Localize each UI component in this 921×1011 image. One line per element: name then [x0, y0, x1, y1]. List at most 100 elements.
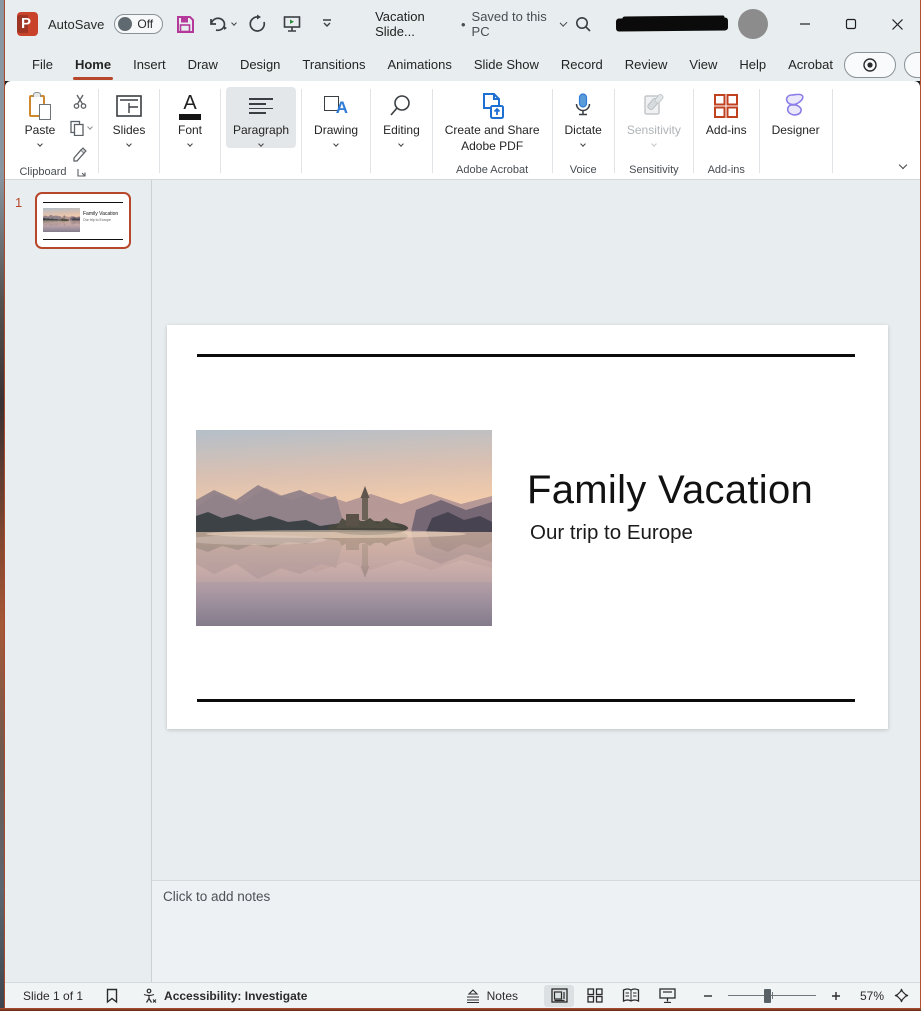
- adobe-acrobat-group-label: Adobe Acrobat: [456, 164, 529, 176]
- minimize-button[interactable]: [782, 4, 828, 44]
- slide-image[interactable]: [186, 430, 492, 626]
- save-button[interactable]: [173, 10, 197, 38]
- adobe-pdf-label-line2: Adobe PDF: [461, 139, 524, 153]
- copy-button[interactable]: [67, 117, 93, 139]
- titlebar-right: [566, 4, 920, 44]
- editing-chevron-icon: [398, 141, 405, 147]
- slides-button[interactable]: Slides: [104, 87, 154, 148]
- tab-home[interactable]: Home: [64, 51, 122, 80]
- slide-canvas[interactable]: Family Vacation Our trip to Europe: [167, 325, 888, 729]
- drawing-label: Drawing: [314, 123, 359, 137]
- tab-insert[interactable]: Insert: [122, 51, 177, 78]
- reading-view-button[interactable]: [616, 985, 646, 1007]
- autosave-toggle[interactable]: Off: [114, 14, 164, 34]
- close-button[interactable]: [874, 4, 920, 44]
- addins-button[interactable]: Add-ins: [699, 87, 754, 139]
- zoom-out-button[interactable]: [700, 988, 716, 1004]
- tab-help[interactable]: Help: [728, 51, 777, 78]
- tab-view[interactable]: View: [678, 51, 728, 78]
- accessibility-checker[interactable]: Accessibility: Investigate: [137, 986, 311, 1006]
- slide-top-rule[interactable]: [197, 354, 855, 357]
- zoom-slider-thumb[interactable]: [764, 988, 771, 1003]
- tab-draw[interactable]: Draw: [177, 51, 229, 78]
- present-in-teams-button[interactable]: [903, 51, 921, 78]
- dictate-label: Dictate: [564, 123, 602, 137]
- group-editing: Editing: [372, 85, 431, 179]
- zoom-level[interactable]: 57%: [850, 989, 884, 1003]
- slide-indicator[interactable]: Slide 1 of 1: [19, 987, 87, 1005]
- paste-button[interactable]: Paste: [15, 87, 65, 148]
- designer-button[interactable]: Designer: [765, 87, 827, 139]
- slides-icon: [116, 91, 142, 121]
- tab-file[interactable]: File: [21, 51, 64, 78]
- record-button[interactable]: [843, 51, 896, 78]
- addins-label: Add-ins: [705, 123, 747, 137]
- group-separator: [431, 89, 433, 173]
- search-button[interactable]: [566, 7, 600, 41]
- dictate-chevron-icon: [580, 141, 587, 147]
- minimize-icon: [800, 23, 810, 25]
- cut-button[interactable]: [67, 91, 93, 113]
- close-icon: [891, 18, 903, 30]
- maximize-button[interactable]: [828, 4, 874, 44]
- group-adobe-acrobat: Create and Share Adobe PDF Adobe Acrobat: [434, 85, 551, 179]
- doc-name: Vacation Slide...: [375, 9, 425, 39]
- clipboard-dialog-launcher[interactable]: [75, 165, 89, 179]
- tab-acrobat[interactable]: Acrobat: [777, 51, 844, 78]
- proofing-button[interactable]: [101, 986, 123, 1006]
- paragraph-icon: [249, 91, 274, 121]
- slide-thumbnail[interactable]: Family Vacation Our trip to Europe: [35, 192, 131, 249]
- zoom-in-button[interactable]: [828, 988, 844, 1004]
- collapse-ribbon-button[interactable]: [898, 155, 908, 173]
- tab-slide-show[interactable]: Slide Show: [463, 51, 550, 78]
- font-button[interactable]: A Font: [165, 87, 215, 148]
- notes-placeholder[interactable]: Click to add notes: [163, 889, 270, 904]
- tab-review[interactable]: Review: [614, 51, 679, 78]
- sensitivity-group-label: Sensitivity: [629, 164, 679, 176]
- dictate-button[interactable]: Dictate: [558, 87, 609, 148]
- panel-divider[interactable]: [151, 180, 152, 982]
- undo-icon: [209, 17, 227, 32]
- drawing-chevron-icon: [333, 141, 339, 147]
- tab-record[interactable]: Record: [550, 51, 614, 78]
- document-title[interactable]: Vacation Slide... • Saved to this PC: [375, 9, 568, 39]
- powerpoint-logo-icon[interactable]: [17, 12, 38, 36]
- notes-toggle-label: Notes: [486, 988, 518, 1003]
- slide-title[interactable]: Family Vacation: [527, 468, 813, 513]
- titlebar: AutoSave Off: [5, 0, 920, 48]
- normal-view-button[interactable]: [544, 984, 574, 1007]
- start-slideshow-button[interactable]: [280, 10, 304, 38]
- slide-subtitle[interactable]: Our trip to Europe: [530, 521, 693, 545]
- repeat-button[interactable]: [246, 10, 270, 38]
- editing-button[interactable]: Editing: [376, 87, 427, 148]
- slide-bottom-rule[interactable]: [197, 699, 855, 702]
- zoom-slider-midpoint: [772, 991, 773, 999]
- notes-pane[interactable]: Click to add notes: [152, 880, 920, 982]
- redacted-username: [615, 16, 729, 32]
- undo-button[interactable]: [208, 10, 237, 38]
- slide-sorter-view-button[interactable]: [580, 985, 610, 1007]
- paragraph-button[interactable]: Paragraph: [226, 87, 297, 148]
- title-separator: •: [460, 16, 466, 32]
- ribbon-tab-row: File Home Insert Draw Design Transitions…: [5, 48, 921, 81]
- user-avatar[interactable]: [738, 9, 768, 39]
- scissors-icon: [73, 94, 87, 109]
- paste-label: Paste: [24, 123, 56, 137]
- format-painter-button[interactable]: [67, 143, 93, 165]
- tab-animations[interactable]: Animations: [377, 51, 463, 78]
- tab-design[interactable]: Design: [229, 51, 291, 78]
- customize-qat-button[interactable]: [315, 10, 339, 38]
- tab-transitions[interactable]: Transitions: [291, 51, 376, 78]
- fit-slide-button[interactable]: [890, 988, 912, 1004]
- notes-toggle-button[interactable]: Notes: [461, 987, 522, 1005]
- undo-dropdown-chevron-icon[interactable]: [230, 19, 237, 26]
- drawing-button[interactable]: A Drawing: [307, 87, 365, 148]
- thumb-title: Family Vacation: [83, 211, 119, 217]
- create-adobe-pdf-button[interactable]: Create and Share Adobe PDF: [438, 87, 547, 155]
- clipboard-small-buttons: [67, 87, 93, 165]
- copy-chevron-icon: [86, 123, 93, 130]
- zoom-slider[interactable]: [728, 988, 816, 1003]
- slideshow-view-button[interactable]: [652, 985, 682, 1007]
- autosave-label: AutoSave: [47, 16, 105, 32]
- group-separator: [220, 89, 221, 173]
